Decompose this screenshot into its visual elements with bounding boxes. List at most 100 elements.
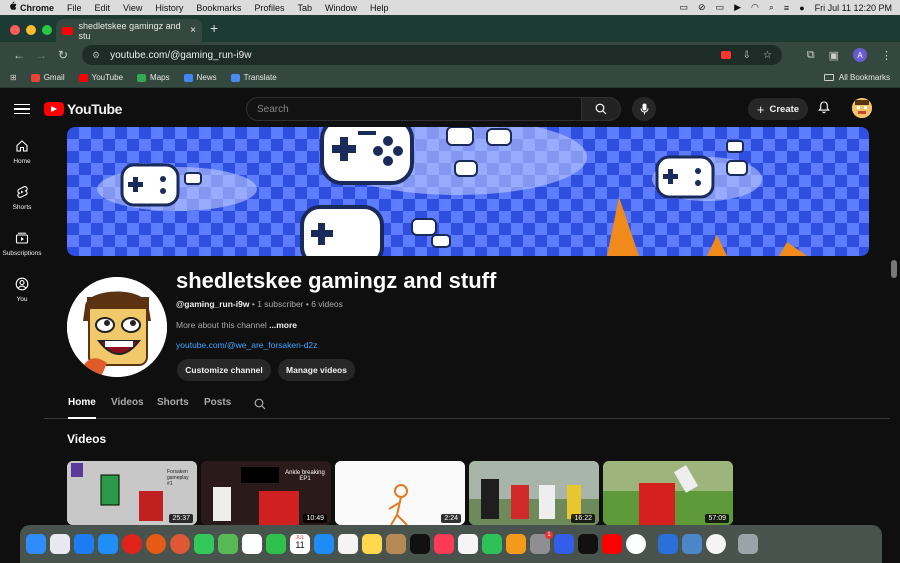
- page-scrollbar[interactable]: [891, 260, 897, 526]
- pages-icon[interactable]: [506, 534, 526, 554]
- menu-tab[interactable]: Tab: [297, 3, 312, 13]
- close-tab-icon[interactable]: ×: [190, 25, 196, 36]
- xcode-icon[interactable]: [658, 534, 678, 554]
- bookmark-maps[interactable]: Maps: [137, 73, 170, 82]
- guide-menu-icon[interactable]: [14, 103, 30, 115]
- channel-description[interactable]: More about this channel ...more: [176, 320, 297, 330]
- channel-search-button[interactable]: [254, 397, 266, 415]
- mail-icon[interactable]: [74, 534, 94, 554]
- menu-file[interactable]: File: [67, 3, 82, 13]
- wifi-icon[interactable]: ◠: [751, 2, 759, 13]
- numbers-icon[interactable]: [482, 534, 502, 554]
- tab-shorts[interactable]: Shorts: [157, 397, 189, 408]
- video-thumbnail[interactable]: Forsaken gameplay #1 25:37: [67, 461, 197, 525]
- safari-icon[interactable]: [98, 534, 118, 554]
- sidebar-item-home[interactable]: Home: [0, 129, 44, 175]
- tab-home[interactable]: Home: [68, 397, 96, 419]
- close-window-button[interactable]: [10, 25, 20, 35]
- back-button[interactable]: ←: [8, 48, 30, 62]
- video-thumbnail[interactable]: 2:24: [335, 461, 465, 525]
- launchpad-icon[interactable]: [50, 534, 70, 554]
- bookmark-news[interactable]: News: [183, 73, 217, 82]
- youtube-extension-icon[interactable]: [720, 51, 731, 59]
- menu-window[interactable]: Window: [325, 3, 357, 13]
- url-text[interactable]: youtube.com/@gaming_run-i9w: [110, 50, 251, 61]
- reminders-icon[interactable]: [338, 534, 358, 554]
- facetime-icon[interactable]: [266, 534, 286, 554]
- news-dock-icon[interactable]: [458, 534, 478, 554]
- menu-chrome[interactable]: Chrome: [20, 3, 54, 13]
- new-tab-button[interactable]: +: [210, 20, 218, 36]
- site-info-icon[interactable]: ⚙: [92, 50, 100, 61]
- notifications-button[interactable]: [818, 101, 830, 119]
- browser-tab-active[interactable]: shedletskee gamingz and stu ×: [56, 19, 202, 42]
- menu-history[interactable]: History: [155, 3, 183, 13]
- customize-channel-button[interactable]: Customize channel: [177, 359, 271, 381]
- menu-edit[interactable]: Edit: [95, 3, 111, 13]
- scrollbar-thumb[interactable]: [891, 260, 897, 278]
- roblox-icon[interactable]: [578, 534, 598, 554]
- bookmark-gmail[interactable]: Gmail: [30, 73, 65, 82]
- search-button[interactable]: [581, 97, 621, 121]
- account-avatar[interactable]: [852, 98, 872, 118]
- video-thumbnail[interactable]: 16:22: [469, 461, 599, 525]
- sidebar-item-shorts[interactable]: Shorts: [0, 175, 44, 221]
- video-thumbnail[interactable]: Ankle breaking EP1 10:49: [201, 461, 331, 525]
- menu-profiles[interactable]: Profiles: [254, 3, 284, 13]
- music-icon[interactable]: [434, 534, 454, 554]
- more-link[interactable]: ...more: [269, 320, 297, 330]
- system-settings-icon[interactable]: 1: [530, 531, 553, 554]
- tab-posts[interactable]: Posts: [204, 397, 231, 408]
- address-bar[interactable]: ⚙ youtube.com/@gaming_run-i9w ⇩ ☆: [82, 45, 782, 65]
- reload-button[interactable]: ↻: [52, 48, 74, 62]
- wallet-icon[interactable]: ▭: [680, 2, 689, 13]
- contacts-icon[interactable]: [386, 534, 406, 554]
- sidebar-item-you[interactable]: You: [0, 267, 44, 313]
- all-bookmarks-button[interactable]: All Bookmarks: [823, 73, 890, 82]
- finder-icon[interactable]: [26, 534, 46, 554]
- calendar-icon[interactable]: JUL 11: [290, 534, 310, 554]
- mute-icon[interactable]: ⊘: [698, 2, 706, 13]
- trash-icon[interactable]: [738, 534, 758, 554]
- playback-icon[interactable]: ▶: [734, 2, 741, 13]
- menu-help[interactable]: Help: [370, 3, 389, 13]
- bookmark-youtube[interactable]: YouTube: [78, 73, 123, 82]
- notes-icon[interactable]: [362, 534, 382, 554]
- forward-button[interactable]: →: [30, 48, 52, 62]
- chrome-icon[interactable]: [706, 534, 726, 554]
- messages-icon[interactable]: [194, 534, 214, 554]
- search-input[interactable]: Search: [246, 97, 582, 121]
- opera-icon[interactable]: [122, 534, 142, 554]
- channel-link[interactable]: youtube.com/@we_are_forsaken-d2z: [176, 340, 317, 350]
- extensions-icon[interactable]: ⧉: [807, 49, 815, 62]
- sidebar-item-subscriptions[interactable]: Subscriptions: [0, 221, 44, 267]
- side-panel-icon[interactable]: ▣: [829, 49, 839, 62]
- channel-avatar[interactable]: [67, 277, 167, 377]
- clock-icon[interactable]: [626, 534, 646, 554]
- profile-avatar[interactable]: A: [853, 48, 867, 62]
- preview-icon[interactable]: [682, 534, 702, 554]
- bookmark-translate[interactable]: Translate: [230, 73, 277, 82]
- bookmark-star-icon[interactable]: ☆: [763, 50, 772, 61]
- menu-bookmarks[interactable]: Bookmarks: [196, 3, 241, 13]
- roblox-studio-icon[interactable]: [554, 534, 574, 554]
- apps-grid-icon[interactable]: ⊞: [10, 73, 17, 82]
- menubar-clock[interactable]: Fri Jul 11 12:20 PM: [815, 3, 892, 13]
- youtube-logo[interactable]: YouTube: [44, 101, 122, 117]
- app-store-icon[interactable]: [314, 534, 334, 554]
- duckduckgo-icon[interactable]: [170, 534, 190, 554]
- siri-icon[interactable]: ●: [799, 3, 804, 13]
- firefox-icon[interactable]: [146, 534, 166, 554]
- apple-icon[interactable]: [8, 1, 20, 14]
- apple-tv-icon[interactable]: [410, 534, 430, 554]
- minimize-window-button[interactable]: [26, 25, 36, 35]
- install-app-icon[interactable]: ⇩: [743, 50, 751, 61]
- menu-view[interactable]: View: [123, 3, 142, 13]
- zoom-window-button[interactable]: [42, 25, 52, 35]
- photos-icon[interactable]: [242, 534, 262, 554]
- create-button[interactable]: + Create: [748, 98, 808, 120]
- tab-videos[interactable]: Videos: [111, 397, 144, 408]
- battery-icon[interactable]: ▭: [716, 2, 725, 13]
- control-center-icon[interactable]: ≡: [784, 3, 789, 13]
- maps-dock-icon[interactable]: [218, 534, 238, 554]
